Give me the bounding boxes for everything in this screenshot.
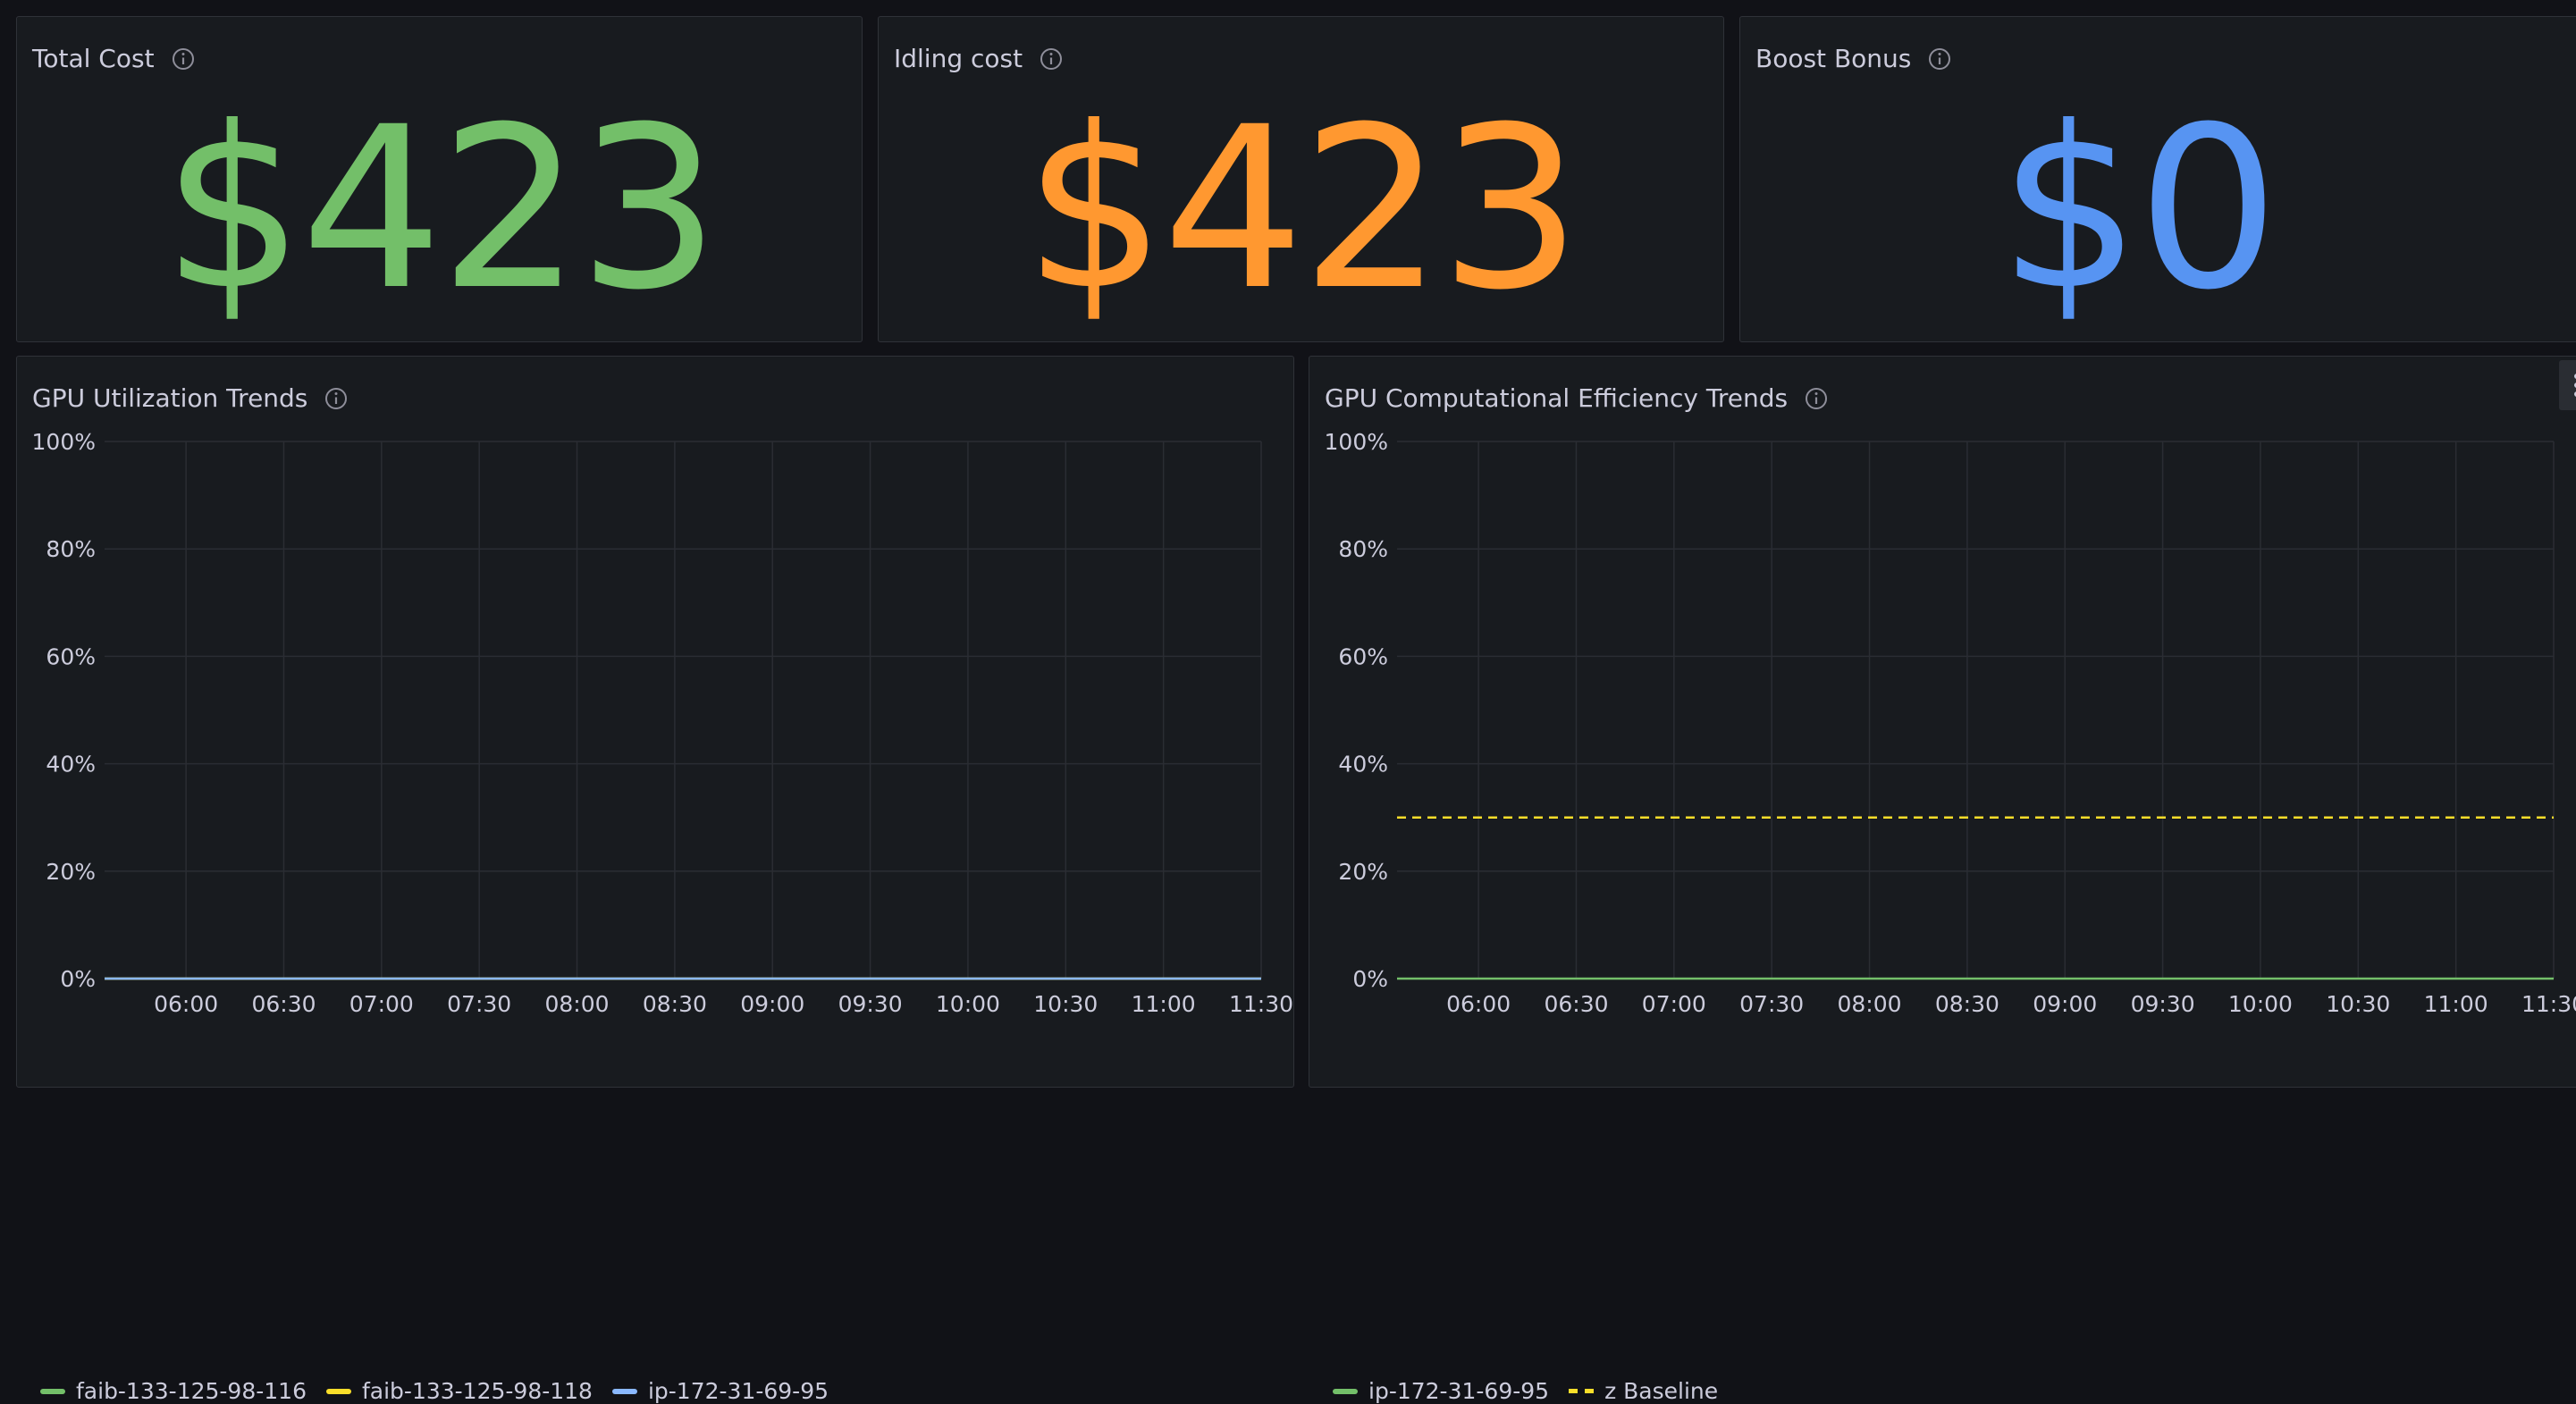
legend-item[interactable]: ip-172-31-69-95 [611, 1378, 829, 1404]
chart-legend: ip-172-31-69-95 z Baseline [1333, 1378, 1718, 1404]
x-tick-label: 07:00 [349, 991, 414, 1017]
x-tick-label: 06:30 [1544, 991, 1608, 1017]
x-tick-label: 06:00 [154, 991, 218, 1017]
chart-legend: faib-133-125-98-116 faib-133-125-98-118 ip… [40, 1378, 829, 1404]
info-icon[interactable] [1927, 46, 1952, 71]
stat-value: $0 [1998, 79, 2279, 339]
stat-panel-boost-bonus: Boost Bonus $0 [1739, 16, 2576, 342]
x-tick-label: 08:00 [1838, 991, 1902, 1017]
x-tick-label: 09:00 [740, 991, 804, 1017]
efficiency-chart[interactable]: 0% 20% 40% 60% 80% 100% 06:00 06:30 07:00 07:30 08… [1309, 357, 2576, 1087]
panel-header: Total Cost [32, 44, 196, 73]
y-tick-label: 0% [1352, 966, 1388, 992]
stat-value: $423 [1023, 79, 1581, 339]
stat-value: $423 [162, 79, 720, 339]
x-tick-label: 06:30 [251, 991, 316, 1017]
y-tick-label: 100% [32, 429, 96, 455]
legend-label: faib-133-125-98-116 [76, 1378, 307, 1404]
panel-title: Boost Bonus [1755, 44, 1912, 73]
legend-label: z Baseline [1604, 1378, 1719, 1404]
panel-header: Idling cost [894, 44, 1064, 73]
x-tick-label: 09:30 [838, 991, 903, 1017]
info-icon[interactable] [171, 46, 196, 71]
x-tick-label: 09:30 [2131, 991, 2195, 1017]
chart-panel-gpu-utilization: GPU Utilization Trends 0% 20% 40% 60% 80% 100… [16, 356, 1294, 1404]
legend-swatch [1333, 1388, 1358, 1394]
x-tick-label: 10:30 [1033, 991, 1098, 1017]
legend-item[interactable]: faib-133-125-98-118 [325, 1378, 593, 1404]
legend-label: ip-172-31-69-95 [1368, 1378, 1550, 1404]
x-tick-label: 10:00 [936, 991, 1000, 1017]
x-tick-label: 11:00 [2424, 991, 2488, 1017]
legend-swatch [40, 1388, 65, 1394]
y-tick-label: 0% [60, 966, 96, 992]
y-tick-label: 40% [46, 752, 96, 778]
x-tick-label: 11:30 [1229, 991, 1293, 1017]
legend-swatch [611, 1388, 637, 1394]
x-tick-label: 10:00 [2228, 991, 2293, 1017]
y-tick-label: 60% [1338, 643, 1388, 669]
x-tick-label: 07:30 [1739, 991, 1804, 1017]
legend-item[interactable]: faib-133-125-98-116 [40, 1378, 307, 1404]
y-tick-label: 80% [46, 536, 96, 562]
x-tick-label: 06:00 [1446, 991, 1511, 1017]
x-tick-label: 08:30 [643, 991, 707, 1017]
legend-swatch [1569, 1389, 1595, 1393]
panel-title: Idling cost [894, 44, 1023, 73]
y-tick-label: 20% [46, 859, 96, 885]
y-tick-label: 60% [46, 643, 96, 669]
legend-swatch [325, 1388, 351, 1394]
legend-item[interactable]: z Baseline [1569, 1378, 1718, 1404]
x-tick-label: 11:30 [2521, 991, 2576, 1017]
y-tick-label: 20% [1338, 859, 1388, 885]
chart-panel-gpu-efficiency: GPU Computational Efficiency Trends 0% 20… [1309, 356, 2576, 1404]
legend-label: ip-172-31-69-95 [647, 1378, 829, 1404]
x-tick-label: 10:30 [2326, 991, 2390, 1017]
x-tick-label: 08:00 [545, 991, 610, 1017]
x-tick-label: 09:00 [2033, 991, 2097, 1017]
legend-item[interactable]: ip-172-31-69-95 [1333, 1378, 1549, 1404]
panel-title: Total Cost [32, 44, 155, 73]
y-tick-label: 100% [1325, 429, 1388, 455]
info-icon[interactable] [1039, 46, 1064, 71]
stat-panel-total-cost: Total Cost $423 [16, 16, 863, 342]
y-tick-label: 40% [1338, 752, 1388, 778]
stat-panel-idling-cost: Idling cost $423 [878, 16, 1724, 342]
x-tick-label: 07:30 [447, 991, 511, 1017]
x-tick-label: 08:30 [1935, 991, 1999, 1017]
x-tick-label: 11:00 [1132, 991, 1196, 1017]
y-tick-label: 80% [1338, 536, 1388, 562]
utilization-chart[interactable]: 0% 20% 40% 60% 80% 100% 06:00 06:30 07:00 07:30 08… [17, 357, 1293, 1087]
legend-label: faib-133-125-98-118 [361, 1378, 593, 1404]
panel-header: Boost Bonus [1755, 44, 1952, 73]
x-tick-label: 07:00 [1642, 991, 1706, 1017]
